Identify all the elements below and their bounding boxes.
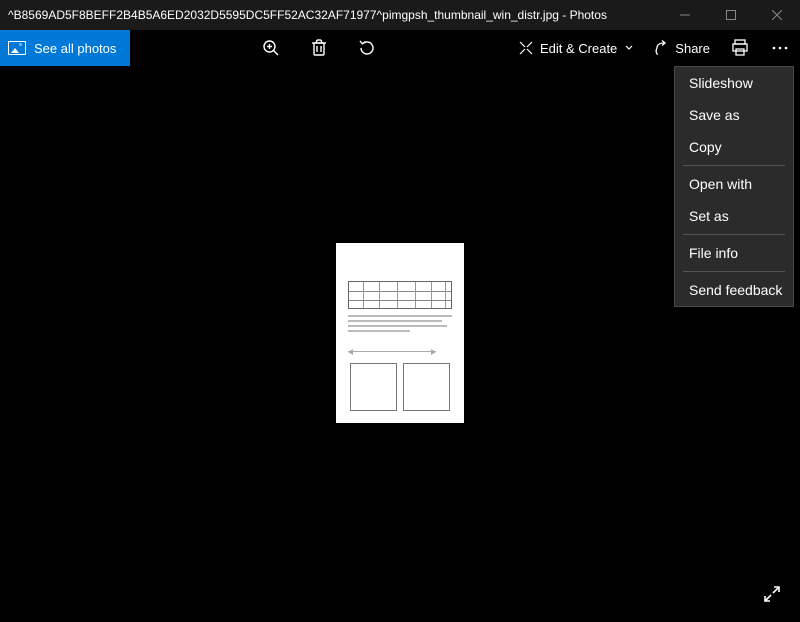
app-toolbar: See all photos	[0, 30, 800, 66]
fullscreen-button[interactable]	[758, 580, 786, 608]
more-icon	[771, 46, 789, 50]
fullscreen-icon	[762, 584, 782, 604]
share-button[interactable]: Share	[643, 30, 720, 66]
menu-item-send-feedback[interactable]: Send feedback	[675, 274, 793, 306]
share-icon	[653, 40, 669, 56]
center-tools	[247, 30, 391, 66]
print-button[interactable]	[720, 30, 760, 66]
edit-and-create-button[interactable]: Edit & Create	[508, 30, 643, 66]
rotate-button[interactable]	[343, 30, 391, 66]
see-all-photos-button[interactable]: See all photos	[0, 30, 130, 66]
menu-separator	[683, 234, 785, 235]
right-tools: Edit & Create Share	[508, 30, 800, 66]
menu-separator	[683, 271, 785, 272]
menu-item-file-info[interactable]: File info	[675, 237, 793, 269]
collection-icon	[8, 41, 26, 55]
photo-content	[336, 243, 464, 423]
titlebar: ^B8569AD5F8BEFF2B4B5A6ED2032D5595DC5FF52…	[0, 0, 800, 30]
delete-button[interactable]	[295, 30, 343, 66]
menu-separator	[683, 165, 785, 166]
chevron-down-icon	[625, 44, 633, 52]
document-scan-drawing	[344, 253, 456, 415]
minimize-button[interactable]	[662, 0, 708, 30]
window-controls	[662, 0, 800, 30]
print-icon	[731, 39, 749, 57]
more-button[interactable]	[760, 30, 800, 66]
edit-icon	[518, 40, 534, 56]
close-button[interactable]	[754, 0, 800, 30]
menu-item-copy[interactable]: Copy	[675, 131, 793, 163]
menu-item-set-as[interactable]: Set as	[675, 200, 793, 232]
edit-create-label: Edit & Create	[540, 41, 617, 56]
see-all-label: See all photos	[34, 41, 116, 56]
maximize-button[interactable]	[708, 0, 754, 30]
zoom-button[interactable]	[247, 30, 295, 66]
menu-item-save-as[interactable]: Save as	[675, 99, 793, 131]
more-menu: Slideshow Save as Copy Open with Set as …	[674, 66, 794, 307]
menu-item-slideshow[interactable]: Slideshow	[675, 67, 793, 99]
photos-app-window: ^B8569AD5F8BEFF2B4B5A6ED2032D5595DC5FF52…	[0, 0, 800, 622]
share-label: Share	[675, 41, 710, 56]
window-title: ^B8569AD5F8BEFF2B4B5A6ED2032D5595DC5FF52…	[0, 8, 662, 22]
menu-item-open-with[interactable]: Open with	[675, 168, 793, 200]
